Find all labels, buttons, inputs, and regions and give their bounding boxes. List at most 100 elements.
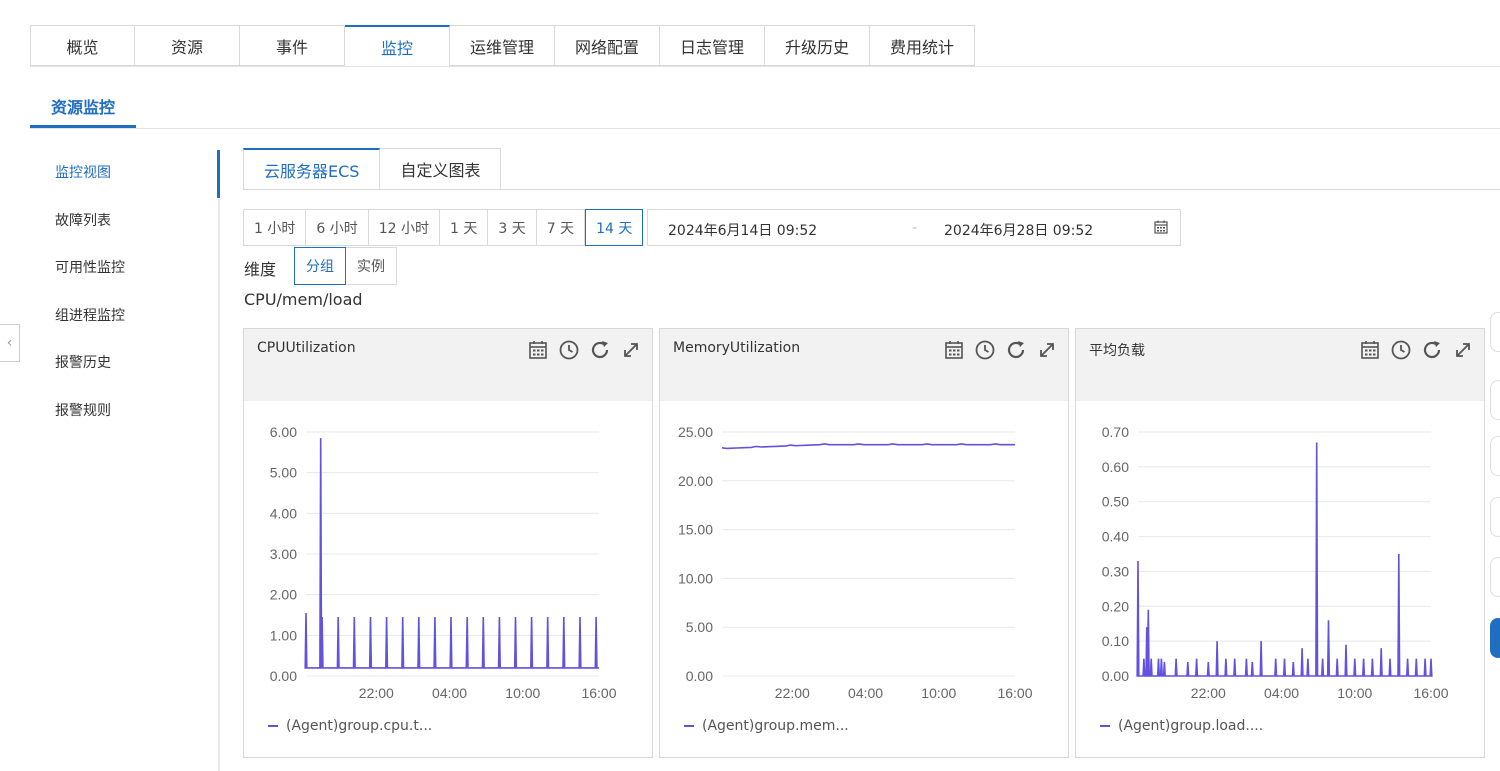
chart-legend[interactable]: (Agent)group.cpu.t...: [268, 718, 432, 734]
top-tab-bar: 概览 资源 事件 监控 运维管理 网络配置 日志管理 升级历史 费用统计: [30, 25, 975, 68]
top-tab-5[interactable]: 网络配置: [555, 25, 660, 66]
left-nav: 监控视图 故障列表 可用性监控 组进程监控 报警历史 报警规则: [30, 150, 220, 435]
x-tick-label: 10:00: [921, 685, 956, 701]
right-float-button[interactable]: [1490, 312, 1500, 352]
right-float-button[interactable]: [1490, 436, 1500, 476]
chart-plot: 6.00 5.00 4.00 3.00 2.00 1.00 0.00 22:00 04:00 10…: [270, 424, 617, 701]
clock-icon[interactable]: [974, 339, 996, 361]
left-nav-item-1[interactable]: 故障列表: [30, 198, 220, 246]
x-tick-label: 22:00: [775, 685, 810, 701]
chart-toolbar: [527, 339, 642, 361]
x-tick-label: 10:00: [1337, 685, 1372, 701]
inner-tab-1[interactable]: 自定义图表: [380, 148, 502, 190]
chart-legend[interactable]: (Agent)group.load....: [1100, 718, 1263, 734]
legend-swatch: [268, 725, 278, 727]
left-nav-item-5[interactable]: 报警规则: [30, 388, 220, 436]
refresh-icon[interactable]: [1005, 339, 1027, 361]
x-tick-label: 04:00: [432, 685, 467, 701]
x-tick-label: 22:00: [359, 685, 394, 701]
top-tab-0[interactable]: 概览: [30, 25, 135, 66]
y-tick-label: 0.50: [1102, 494, 1129, 510]
calendar-icon[interactable]: [1359, 339, 1381, 361]
date-range-picker[interactable]: 2024年6月14日 09:52 - 2024年6月28日 09:52: [647, 209, 1181, 246]
y-tick-label: 0.30: [1102, 563, 1129, 579]
time-range-button-6[interactable]: 14 天: [585, 209, 644, 246]
sub-tab-divider: [30, 128, 1500, 129]
time-range-button-2[interactable]: 12 小时: [368, 209, 440, 246]
chart-card-load: 平均负载 0.70 0.60 0.50 0.40 0.30 0.20 0.10 0.00 22:0…: [1075, 328, 1485, 758]
clock-icon[interactable]: [1390, 339, 1412, 361]
dimension-label: 维度: [244, 260, 277, 279]
time-range-button-0[interactable]: 1 小时: [243, 209, 307, 246]
y-tick-label: 15.00: [678, 522, 713, 538]
refresh-icon[interactable]: [1421, 339, 1443, 361]
top-tab-2[interactable]: 事件: [240, 25, 345, 66]
calendar-icon[interactable]: [1154, 220, 1168, 234]
right-float-help-button[interactable]: [1490, 618, 1500, 658]
right-float-button[interactable]: [1490, 557, 1500, 597]
y-tick-label: 25.00: [678, 424, 713, 440]
y-tick-label: 2.00: [270, 587, 297, 603]
y-tick-label: 0.70: [1102, 424, 1129, 440]
top-tab-4[interactable]: 运维管理: [450, 25, 555, 66]
legend-label: (Agent)group.load....: [1118, 718, 1264, 734]
chart-toolbar: [1359, 339, 1474, 361]
legend-label: (Agent)group.cpu.t...: [286, 718, 433, 734]
chart-header: MemoryUtilization: [660, 329, 1068, 401]
chart-title: 平均负载: [1089, 343, 1145, 359]
left-nav-border: [218, 150, 220, 771]
expand-icon[interactable]: [620, 339, 642, 361]
y-tick-label: 10.00: [678, 570, 713, 586]
top-tab-divider: [30, 66, 1500, 67]
inner-tab-0[interactable]: 云服务器ECS: [243, 148, 381, 190]
expand-icon[interactable]: [1452, 339, 1474, 361]
y-tick-label: 5.00: [270, 465, 297, 481]
inner-tab-divider: [243, 189, 1500, 190]
time-range-button-3[interactable]: 1 天: [439, 209, 489, 246]
left-nav-item-4[interactable]: 报警历史: [30, 340, 220, 388]
time-range-button-5[interactable]: 7 天: [536, 209, 586, 246]
series-line: [721, 443, 1015, 450]
chart-header: 平均负载: [1076, 329, 1484, 401]
top-tab-3[interactable]: 监控: [345, 25, 450, 68]
right-float-button[interactable]: [1490, 497, 1500, 537]
right-float-button[interactable]: [1490, 380, 1500, 420]
chart-legend[interactable]: (Agent)group.mem...: [684, 718, 849, 734]
chart-title: CPUUtilization: [257, 340, 356, 356]
dimension-option-0[interactable]: 分组: [294, 247, 346, 285]
date-end: 2024年6月28日 09:52: [944, 223, 1094, 239]
top-tab-8[interactable]: 费用统计: [870, 25, 975, 66]
dimension-toggle: 分组 实例: [294, 247, 397, 285]
x-tick-label: 16:00: [581, 685, 616, 701]
top-tab-1[interactable]: 资源: [135, 25, 240, 66]
calendar-icon[interactable]: [527, 339, 549, 361]
clock-icon[interactable]: [558, 339, 580, 361]
left-nav-item-2[interactable]: 可用性监控: [30, 245, 220, 293]
date-start: 2024年6月14日 09:52: [668, 223, 818, 239]
y-tick-label: 20.00: [678, 473, 713, 489]
x-tick-label: 16:00: [997, 685, 1032, 701]
time-range-button-4[interactable]: 3 天: [488, 209, 537, 246]
x-tick-label: 22:00: [1191, 685, 1226, 701]
legend-label: (Agent)group.mem...: [702, 718, 849, 734]
top-tab-6[interactable]: 日志管理: [660, 25, 765, 66]
time-range-group: 1 小时 6 小时 12 小时 1 天3 天7 天 14 天: [243, 209, 644, 246]
dimension-option-1[interactable]: 实例: [346, 247, 397, 285]
refresh-icon[interactable]: [589, 339, 611, 361]
collapse-sidebar-button[interactable]: ‹: [0, 324, 20, 362]
inner-tab-bar: 云服务器ECS 自定义图表: [243, 148, 502, 190]
calendar-icon[interactable]: [943, 339, 965, 361]
time-range-button-1[interactable]: 6 小时: [306, 209, 369, 246]
chart-plot: 0.70 0.60 0.50 0.40 0.30 0.20 0.10 0.00 22:00 04:…: [1102, 424, 1449, 701]
top-tab-7[interactable]: 升级历史: [765, 25, 870, 66]
left-nav-item-3[interactable]: 组进程监控: [30, 293, 220, 341]
date-separator: -: [912, 220, 918, 236]
y-tick-label: 1.00: [270, 627, 297, 643]
sub-tab-resource-monitor[interactable]: 资源监控: [30, 94, 136, 128]
group-title: CPU/mem/load: [244, 290, 363, 309]
y-tick-label: 0.20: [1102, 598, 1129, 614]
expand-icon[interactable]: [1036, 339, 1058, 361]
y-tick-label: 0.00: [686, 668, 713, 684]
chart-card-memory: MemoryUtilization 25.00 20.00 15.00 10.00 5.0…: [659, 328, 1069, 758]
left-nav-item-0[interactable]: 监控视图: [30, 150, 220, 198]
